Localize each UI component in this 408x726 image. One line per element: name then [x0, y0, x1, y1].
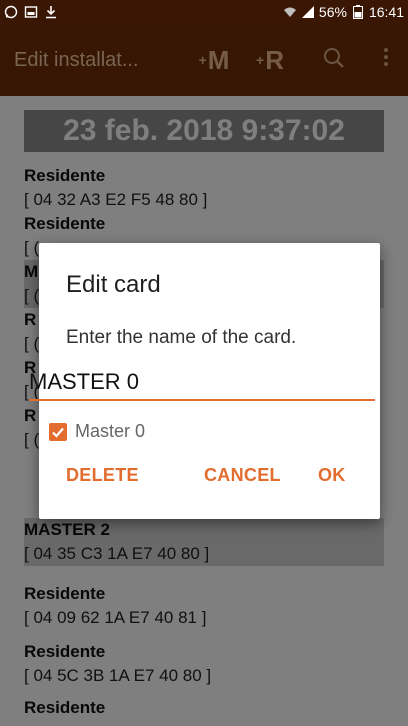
- cancel-button[interactable]: CANCEL: [204, 465, 281, 486]
- wifi-icon: [283, 5, 297, 19]
- master-checkbox-label: Master 0: [75, 421, 146, 441]
- dialog-title: Edit card: [66, 271, 161, 298]
- battery-percent: 56%: [318, 4, 347, 20]
- battery-icon: [351, 5, 365, 19]
- dialog-message: Enter the name of the card.: [66, 327, 297, 348]
- ok-button[interactable]: OK: [318, 465, 346, 486]
- download-icon: [44, 5, 58, 19]
- signal-icon: [301, 5, 315, 19]
- master-checkbox-row[interactable]: Master 0: [49, 421, 145, 442]
- status-bar: 56% 16:41: [0, 0, 408, 24]
- delete-button[interactable]: DELETE: [66, 465, 139, 486]
- card-name-input[interactable]: [29, 365, 375, 401]
- whatsapp-icon: [4, 5, 18, 19]
- edit-card-dialog: Edit card Enter the name of the card. Ma…: [29, 243, 380, 519]
- checkbox-checked-icon[interactable]: [49, 422, 67, 441]
- screenshot-icon: [24, 5, 38, 19]
- clock: 16:41: [368, 4, 404, 20]
